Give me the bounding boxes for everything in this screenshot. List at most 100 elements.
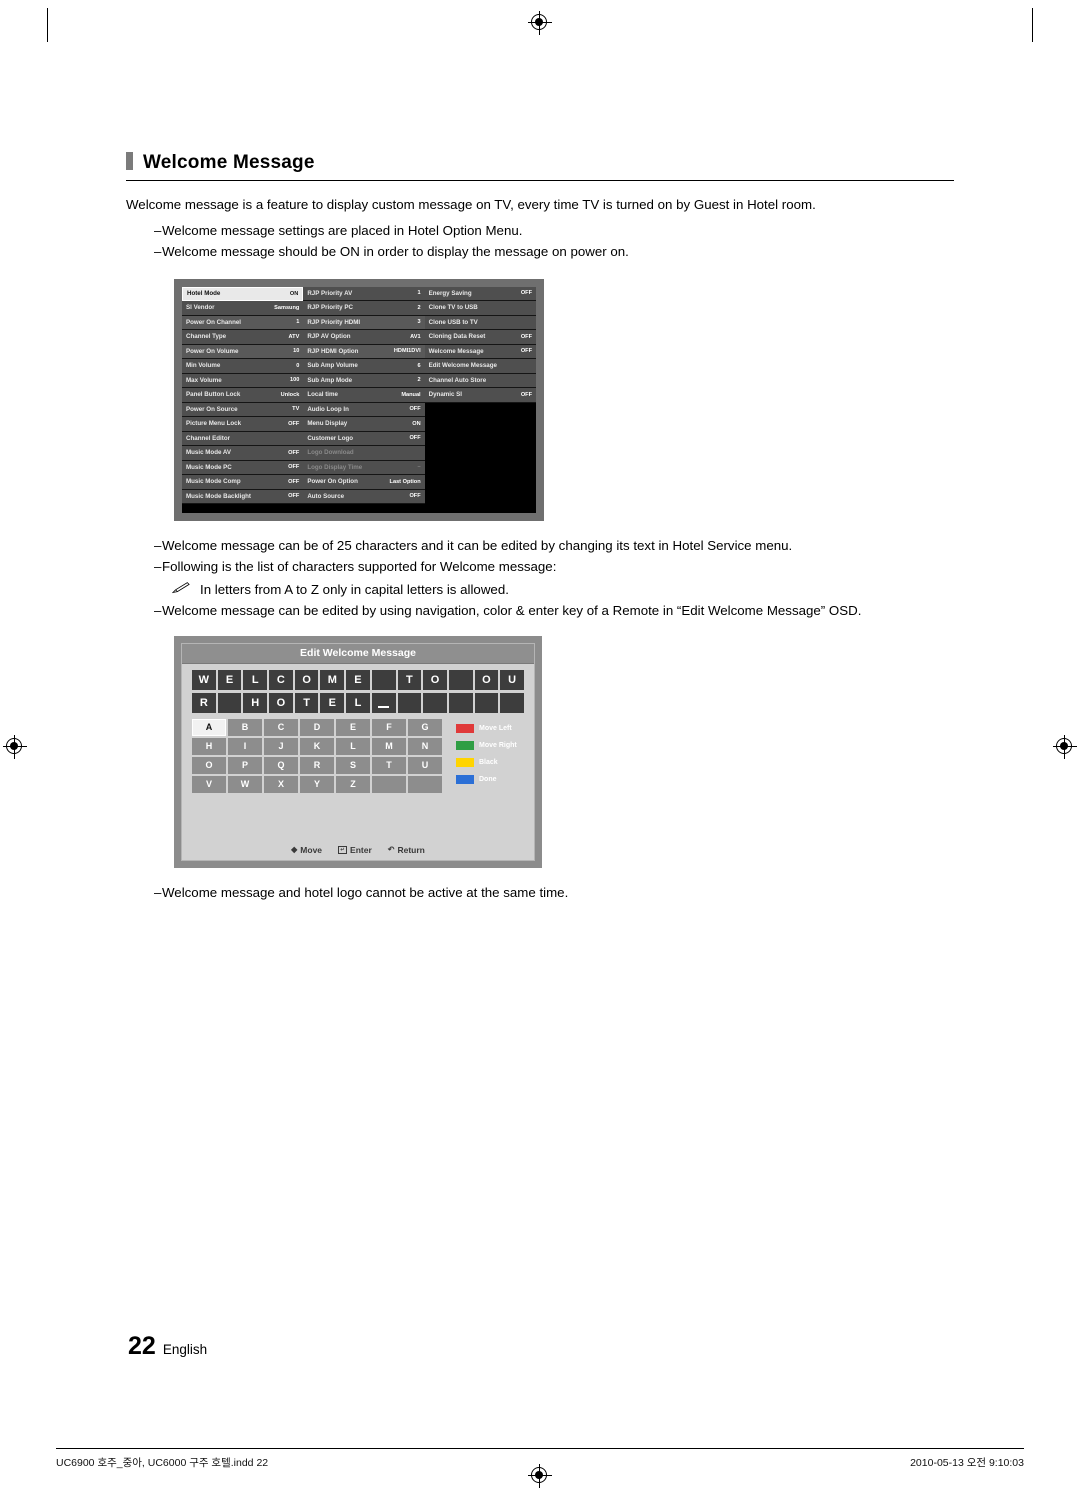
message-cell[interactable] (448, 692, 473, 713)
footer-hint-return[interactable]: ↶ Return (388, 845, 425, 855)
menu-row-rjp-priority-hdmi[interactable]: RJP Priority HDMI 3 (303, 315, 425, 331)
message-cell[interactable]: O (269, 692, 293, 713)
message-cell[interactable]: M (320, 669, 345, 690)
message-cell[interactable] (371, 669, 396, 690)
menu-row-music-mode-pc[interactable]: Music Mode PC OFF (182, 460, 304, 476)
menu-row-audio-loop-in[interactable]: Audio Loop In OFF (303, 402, 425, 418)
menu-row-rjp-hdmi-option[interactable]: RJP HDMI Option HDMI1DVI (303, 344, 425, 360)
message-cell[interactable]: T (294, 692, 319, 713)
key-n[interactable]: N (408, 737, 442, 755)
menu-row-rjp-priority-pc[interactable]: RJP Priority PC 2 (303, 301, 425, 316)
key-y[interactable]: Y (300, 775, 334, 793)
key-h[interactable]: H (192, 737, 226, 755)
key-blank[interactable] (408, 775, 442, 793)
footer-hint-move[interactable]: ◆ Move (291, 845, 322, 855)
message-cell[interactable]: E (217, 669, 242, 690)
menu-row-power-on-source[interactable]: Power On Source TV (182, 402, 304, 418)
key-m[interactable]: M (372, 737, 406, 755)
menu-row-power-on-option[interactable]: Power On Option Last Option (303, 475, 425, 490)
menu-row-welcome-message[interactable]: Welcome Message OFF (424, 344, 536, 360)
menu-row-power-on-volume[interactable]: Power On Volume 10 (182, 344, 304, 360)
key-k[interactable]: K (300, 737, 334, 755)
menu-row-rjp-priority-av[interactable]: RJP Priority AV 1 (303, 286, 425, 302)
message-cell[interactable]: W (192, 669, 216, 690)
message-cell[interactable] (423, 692, 447, 713)
message-cell[interactable]: T (397, 669, 422, 690)
key-c[interactable]: C (264, 718, 298, 736)
message-cell[interactable]: U (500, 669, 524, 690)
heading-bar-icon (126, 152, 133, 170)
key-b[interactable]: B (228, 718, 262, 736)
menu-row-power-on-channel[interactable]: Power On Channel 1 (182, 315, 304, 331)
key-v[interactable]: V (192, 775, 226, 793)
menu-row-rjp-av-option[interactable]: RJP AV Option AV1 (303, 330, 425, 345)
message-cell[interactable]: O (294, 669, 319, 690)
menu-row-picture-menu-lock[interactable]: Picture Menu Lock OFF (182, 417, 304, 432)
key-x[interactable]: X (264, 775, 298, 793)
key-j[interactable]: J (264, 737, 298, 755)
message-cell[interactable]: E (320, 692, 345, 713)
menu-row-max-volume[interactable]: Max Volume 100 (182, 373, 304, 389)
menu-row-channel-type[interactable]: Channel Type ATV (182, 330, 304, 345)
key-t[interactable]: T (372, 756, 406, 774)
key-d[interactable]: D (300, 718, 334, 736)
key-f[interactable]: F (372, 718, 406, 736)
key-u[interactable]: U (408, 756, 442, 774)
menu-row-local-time[interactable]: Local time Manual (303, 388, 425, 403)
message-cell[interactable]: H (243, 692, 268, 713)
message-cell[interactable]: L (346, 692, 370, 713)
menu-row-channel-auto-store[interactable]: Channel Auto Store (424, 373, 536, 389)
menu-row-music-mode-av[interactable]: Music Mode AV OFF (182, 446, 304, 461)
menu-row-customer-logo[interactable]: Customer Logo OFF (303, 431, 425, 447)
key-l[interactable]: L (336, 737, 370, 755)
key-g[interactable]: G (408, 718, 442, 736)
menu-row-music-mode-backlight[interactable]: Music Mode Backlight OFF (182, 489, 304, 505)
menu-row-clone-tv-to-usb[interactable]: Clone TV to USB (424, 301, 536, 316)
key-w[interactable]: W (228, 775, 262, 793)
menu-row-label: Picture Menu Lock (186, 420, 242, 428)
menu-row-sub-amp-volume[interactable]: Sub Amp Volume 6 (303, 359, 425, 374)
note-line: In letters from A to Z only in capital l… (126, 579, 954, 601)
message-cell[interactable] (474, 692, 499, 713)
menu-row-label: Panel Button Lock (186, 391, 241, 399)
message-cell[interactable] (448, 669, 473, 690)
menu-row-clone-usb-to-tv[interactable]: Clone USB to TV (424, 315, 536, 331)
message-cell[interactable]: L (243, 669, 268, 690)
key-blank[interactable] (372, 775, 406, 793)
menu-row-dynamic-si[interactable]: Dynamic SI OFF (424, 388, 536, 403)
message-cell[interactable]: O (474, 669, 499, 690)
message-cell[interactable]: E (346, 669, 370, 690)
menu-row-value: ON (289, 290, 299, 297)
key-z[interactable]: Z (336, 775, 370, 793)
key-p[interactable]: P (228, 756, 262, 774)
menu-row-min-volume[interactable]: Min Volume 0 (182, 359, 304, 374)
key-q[interactable]: Q (264, 756, 298, 774)
menu-row-cloning-data-reset[interactable]: Cloning Data Reset OFF (424, 330, 536, 345)
menu-row-auto-source[interactable]: Auto Source OFF (303, 489, 425, 505)
message-cell[interactable] (217, 692, 242, 713)
key-o[interactable]: O (192, 756, 226, 774)
menu-row-menu-display[interactable]: Menu Display ON (303, 417, 425, 432)
menu-row-sub-amp-mode[interactable]: Sub Amp Mode 2 (303, 373, 425, 389)
menu-row-music-mode-comp[interactable]: Music Mode Comp OFF (182, 475, 304, 490)
message-cursor-cell[interactable] (371, 692, 396, 713)
key-e[interactable]: E (336, 718, 370, 736)
menu-row-edit-welcome-message[interactable]: Edit Welcome Message (424, 359, 536, 374)
footer-hint-enter[interactable]: ↵ Enter (338, 845, 372, 855)
menu-row-channel-editor[interactable]: Channel Editor (182, 431, 304, 447)
message-cell[interactable]: C (269, 669, 293, 690)
message-cell[interactable]: R (192, 692, 216, 713)
on-screen-keyboard: A B C D E F G H I J K L M N O P Q R S T … (192, 718, 442, 795)
menu-row-hotel-mode[interactable]: Hotel Mode ON (182, 286, 304, 302)
key-r[interactable]: R (300, 756, 334, 774)
message-cell[interactable] (397, 692, 422, 713)
key-s[interactable]: S (336, 756, 370, 774)
menu-row-energy-saving[interactable]: Energy Saving OFF (424, 286, 536, 302)
key-a[interactable]: A (192, 718, 226, 736)
menu-row-si-vendor[interactable]: SI Vendor Samsung (182, 301, 304, 316)
key-i[interactable]: I (228, 737, 262, 755)
menu-row-panel-button-lock[interactable]: Panel Button Lock Unlock (182, 388, 304, 403)
menu-row-value: 2 (417, 377, 421, 384)
message-cell[interactable]: O (423, 669, 447, 690)
message-cell[interactable] (500, 692, 524, 713)
